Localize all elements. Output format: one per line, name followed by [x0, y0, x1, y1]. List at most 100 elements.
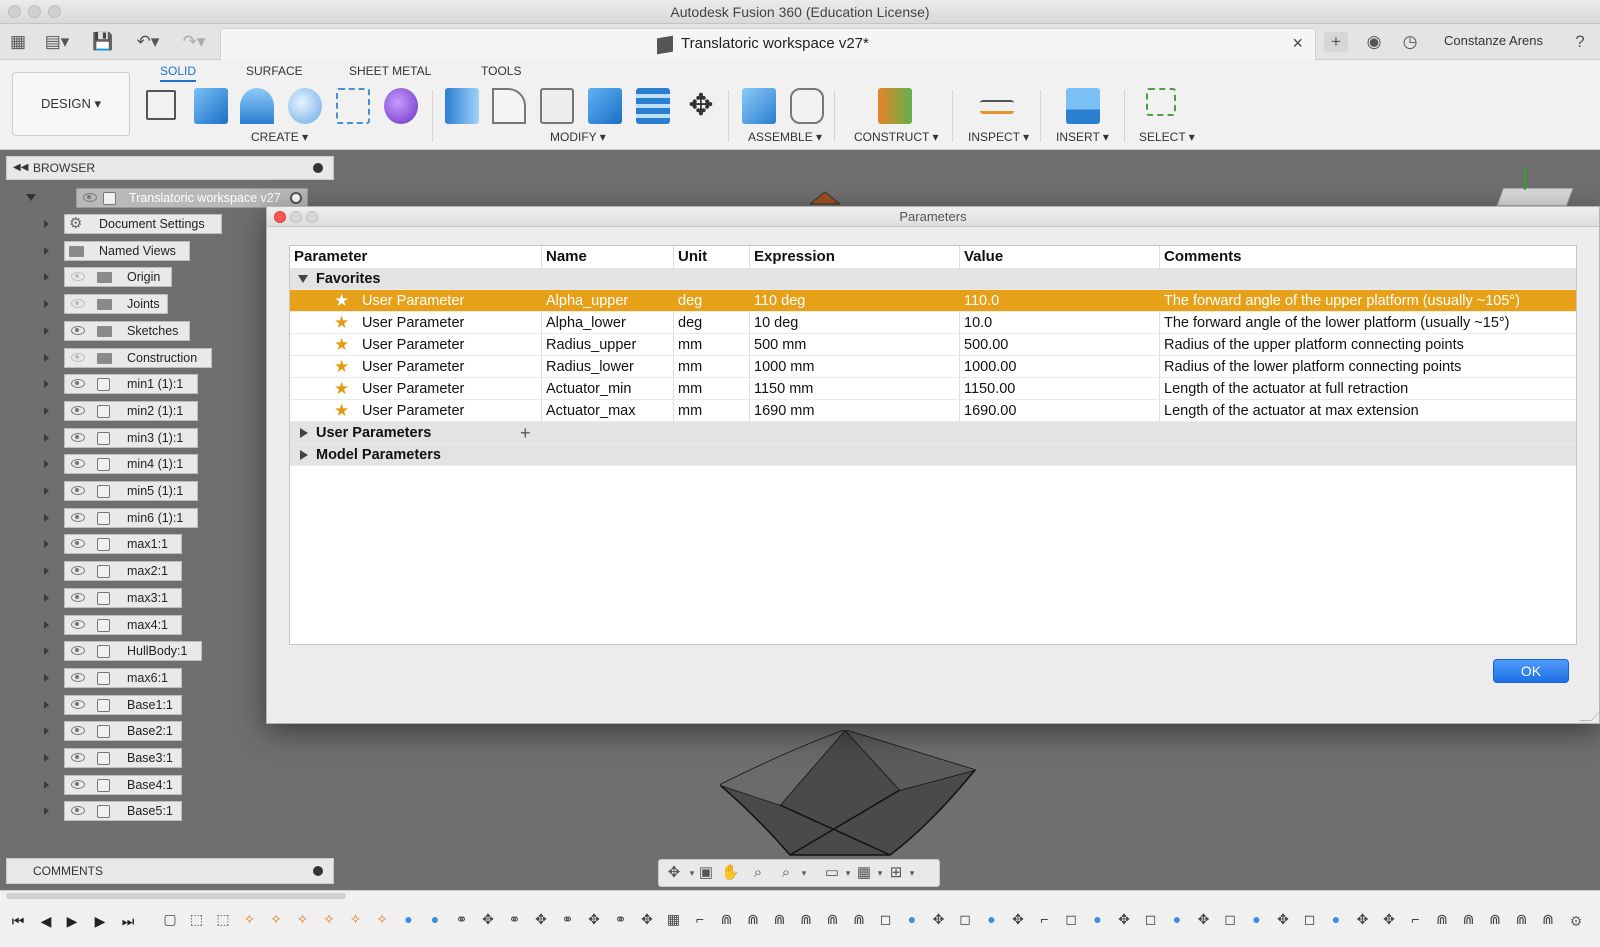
expand-arrow-icon[interactable] [300, 450, 308, 460]
browser-item[interactable]: min5 (1):1 [64, 481, 198, 501]
timeline-feature-icon[interactable]: ● [904, 911, 920, 927]
cell-expression[interactable]: 1000 mm [754, 356, 814, 378]
cell-expression[interactable]: 10 deg [754, 312, 798, 334]
timeline-feature-icon[interactable]: ✥ [1381, 911, 1397, 927]
expand-arrow-icon[interactable] [44, 807, 52, 816]
timeline-feature-icon[interactable]: ⚭ [560, 911, 576, 927]
visibility-eye-icon[interactable] [71, 459, 85, 469]
dialog-close-button[interactable] [274, 211, 286, 223]
fit-zoom-icon[interactable]: ⌕ [777, 864, 795, 882]
go-to-start-icon[interactable]: ⏮ [10, 913, 26, 929]
timeline-feature-icon[interactable]: ◻ [878, 911, 894, 927]
timeline-feature-icon[interactable]: ● [427, 911, 443, 927]
favorite-star-icon[interactable]: ★ [334, 336, 349, 354]
model-parameters-group-row[interactable]: Model Parameters [290, 444, 1576, 466]
parameter-row[interactable]: ★ User Parameter Radius_lower mm 1000 mm 1000… [290, 356, 1576, 378]
add-user-parameter-plus-icon[interactable]: + [520, 422, 531, 444]
timeline-feature-icon[interactable]: ⋒ [1514, 911, 1530, 927]
new-component-icon[interactable] [742, 88, 776, 124]
timeline-feature-icon[interactable]: ● [1090, 911, 1106, 927]
browser-item[interactable]: Base2:1 [64, 721, 182, 742]
visibility-eye-icon[interactable] [71, 539, 85, 549]
visibility-eye-icon[interactable] [71, 299, 85, 309]
combine-icon[interactable] [588, 88, 622, 124]
cell-comment[interactable]: The forward angle of the lower platform … [1164, 312, 1510, 334]
create-menu[interactable]: CREATE ▾ [251, 130, 308, 144]
timeline-feature-icon[interactable]: ✧ [268, 911, 284, 927]
view-cube[interactable] [1496, 188, 1574, 206]
browser-item[interactable]: Construction [64, 347, 212, 368]
expand-arrow-icon[interactable] [44, 460, 52, 469]
user-parameters-group-row[interactable]: User Parameters + [290, 422, 1576, 444]
browser-pin-icon[interactable] [313, 163, 323, 173]
parameter-row[interactable]: ★ User Parameter Actuator_min mm 1150 mm 1150… [290, 378, 1576, 400]
timeline-feature-icon[interactable]: ⋒ [745, 911, 761, 927]
visibility-eye-icon[interactable] [71, 779, 85, 789]
visibility-eye-icon[interactable] [71, 566, 85, 576]
create-form-icon[interactable] [384, 88, 418, 124]
browser-item[interactable]: Base5:1 [64, 801, 182, 822]
help-icon[interactable]: ? [1570, 32, 1590, 52]
tab-solid[interactable]: SOLID [160, 64, 197, 82]
visibility-eye-icon[interactable] [71, 512, 85, 522]
zoom-icon[interactable]: ⌕ [749, 864, 767, 882]
browser-item[interactable]: Base1:1 [64, 694, 182, 715]
timeline-feature-icon[interactable]: ✥ [931, 911, 947, 927]
timeline-feature-icon[interactable]: ⋒ [719, 911, 735, 927]
cell-name[interactable]: Actuator_min [546, 378, 631, 400]
job-status-icon[interactable]: ◉ [1364, 32, 1384, 52]
timeline-feature-icon[interactable]: ✥ [586, 911, 602, 927]
timeline-feature-icon[interactable]: ⌐ [692, 911, 708, 927]
expand-arrow-icon[interactable] [300, 428, 308, 438]
visibility-eye-icon[interactable] [71, 432, 85, 442]
timeline-feature-icon[interactable]: ◻ [1302, 911, 1318, 927]
cell-comment[interactable]: Radius of the lower platform connecting … [1164, 356, 1461, 378]
timeline-feature-icon[interactable]: ✥ [1010, 911, 1026, 927]
timeline-feature-icon[interactable]: ⬚ [215, 911, 231, 927]
favorites-group-row[interactable]: Favorites [290, 268, 1576, 290]
move-copy-icon[interactable]: ✥ [684, 88, 718, 124]
clock-icon[interactable]: ◷ [1400, 32, 1420, 52]
timeline-feature-icon[interactable]: ⋒ [1434, 911, 1450, 927]
visibility-eye-icon[interactable] [71, 699, 85, 709]
cell-name[interactable]: Alpha_lower [546, 312, 626, 334]
timeline-feature-icon[interactable]: ◻ [1143, 911, 1159, 927]
timeline-feature-icon[interactable]: ⋒ [1540, 911, 1556, 927]
visibility-eye-icon[interactable] [71, 646, 85, 656]
expand-arrow-icon[interactable] [44, 620, 52, 629]
comments-add-icon[interactable] [313, 866, 323, 876]
timeline-feature-icon[interactable]: ✥ [1116, 911, 1132, 927]
timeline-feature-icon[interactable]: ◻ [957, 911, 973, 927]
visibility-eye-icon[interactable] [71, 272, 85, 282]
expand-arrow-icon[interactable] [44, 700, 52, 709]
step-forward-icon[interactable]: ▶ [92, 913, 108, 929]
tab-surface[interactable]: SURFACE [246, 64, 303, 78]
visibility-eye-icon[interactable] [71, 325, 85, 335]
cell-name[interactable]: Alpha_upper [546, 290, 628, 312]
timeline-feature-icon[interactable]: ⬚ [189, 911, 205, 927]
workspace-switcher-button[interactable]: DESIGN ▾ [12, 72, 130, 136]
cell-comment[interactable]: Length of the actuator at max extension [1164, 400, 1419, 422]
modify-menu[interactable]: MODIFY ▾ [550, 130, 606, 144]
cell-name[interactable]: Radius_lower [546, 356, 634, 378]
timeline-feature-icon[interactable]: ▢ [162, 911, 178, 927]
fillet-icon[interactable] [492, 88, 526, 124]
zoom-dropdown-icon[interactable]: ▾ [795, 864, 813, 882]
dialog-resize-grip[interactable] [1579, 709, 1600, 721]
timeline-feature-icon[interactable]: ◻ [1222, 911, 1238, 927]
go-to-end-icon[interactable]: ⏭ [120, 913, 136, 929]
expand-arrow-icon[interactable] [44, 647, 52, 656]
expand-arrow-icon[interactable] [44, 673, 52, 682]
expand-arrow-icon[interactable] [44, 540, 52, 549]
parameter-row[interactable]: ★ User Parameter Alpha_lower deg 10 deg 10.0 T… [290, 312, 1576, 334]
cell-comment[interactable]: The forward angle of the upper platform … [1164, 290, 1520, 312]
timeline-feature-icon[interactable]: ✧ [242, 911, 258, 927]
timeline-feature-icon[interactable]: ● [1169, 911, 1185, 927]
timeline-feature-icon[interactable]: ⌐ [1408, 911, 1424, 927]
expand-arrow-icon[interactable] [44, 220, 52, 228]
save-icon[interactable]: 💾 [92, 32, 113, 52]
timeline-feature-icon[interactable]: ✧ [321, 911, 337, 927]
visibility-eye-icon[interactable] [71, 726, 85, 736]
expand-arrow-icon[interactable] [44, 246, 52, 255]
window-close-button[interactable] [8, 5, 21, 18]
